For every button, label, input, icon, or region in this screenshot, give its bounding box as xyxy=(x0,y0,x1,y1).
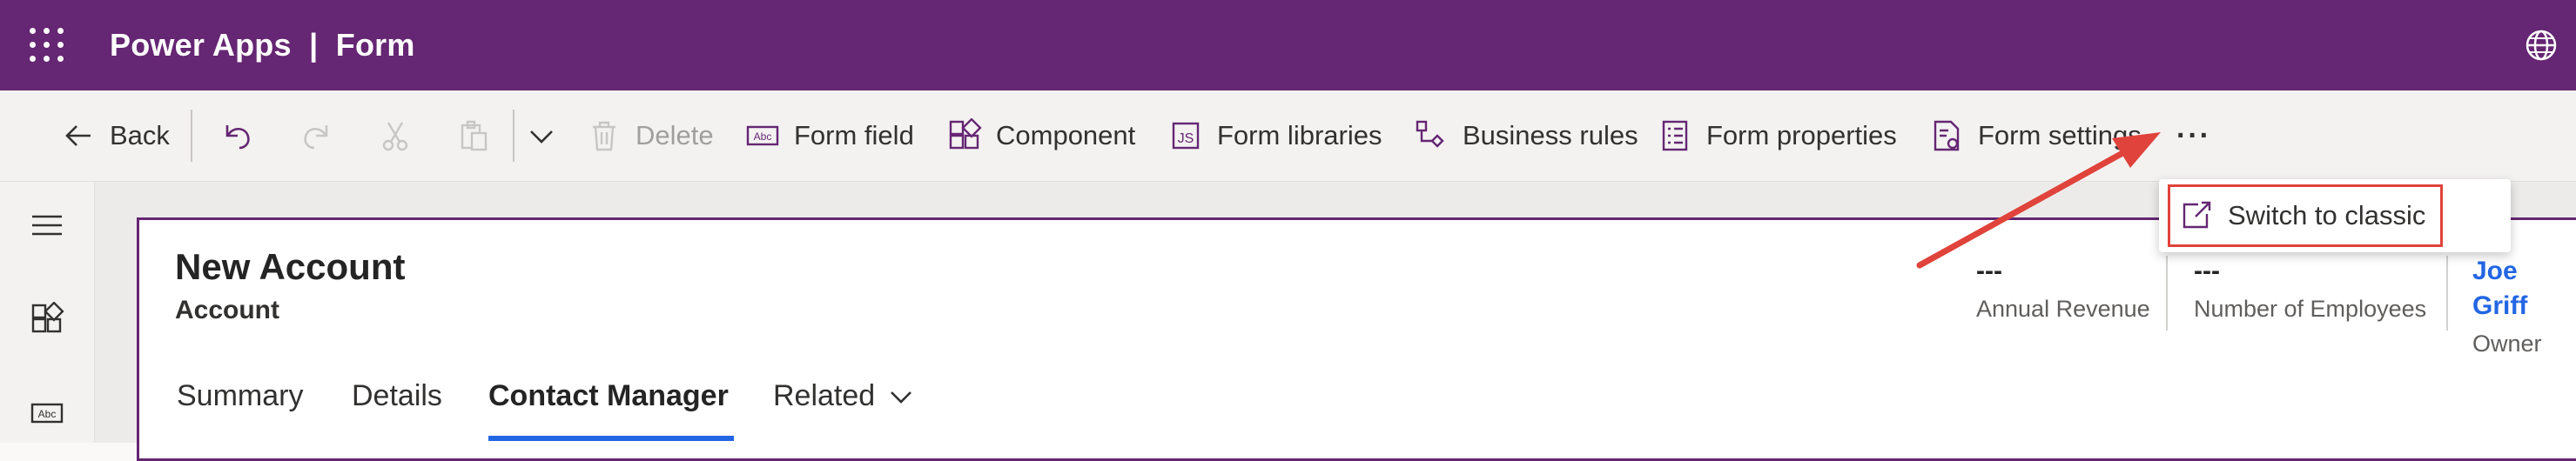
app-title: Power Apps | Form xyxy=(110,24,415,66)
svg-text:Abc: Abc xyxy=(754,130,772,143)
component-button[interactable]: Component xyxy=(947,113,1135,158)
app-name[interactable]: Power Apps xyxy=(110,27,292,63)
owner-link[interactable]: Joe Griff xyxy=(2472,254,2576,324)
tab-related-label: Related xyxy=(773,379,876,412)
title-separator: | xyxy=(309,27,319,63)
paste-icon[interactable] xyxy=(456,118,491,153)
back-arrow-icon xyxy=(65,125,91,146)
component-icon xyxy=(949,118,982,150)
header-field-label: Number of Employees xyxy=(2194,296,2427,322)
form-libraries-label: Form libraries xyxy=(1217,120,1382,150)
cut-icon[interactable] xyxy=(378,118,413,153)
business-rules-icon xyxy=(1416,120,1444,148)
header-field-annual-revenue[interactable]: --- Annual Revenue xyxy=(1976,254,2150,323)
form-libraries-icon: JS xyxy=(1172,122,1200,150)
components-icon[interactable] xyxy=(30,302,64,337)
globe-icon[interactable] xyxy=(2522,26,2560,64)
form-field-button[interactable]: Abc Form field xyxy=(745,113,914,158)
external-link-icon xyxy=(2183,201,2211,229)
left-rail: Abc xyxy=(0,182,95,443)
form-properties-button[interactable]: Form properties xyxy=(1658,113,1897,158)
redo-icon[interactable] xyxy=(299,118,334,153)
svg-text:Abc: Abc xyxy=(38,408,57,420)
form-properties-label: Form properties xyxy=(1706,120,1897,150)
delete-button[interactable]: Delete xyxy=(587,113,714,158)
business-rules-button[interactable]: Business rules xyxy=(1414,113,1638,158)
text-field-icon[interactable]: Abc xyxy=(30,396,64,431)
switch-to-classic-label: Switch to classic xyxy=(2228,200,2426,230)
form-title: New Account xyxy=(175,246,406,287)
header-field-value: --- xyxy=(2194,257,2220,285)
back-button[interactable]: Back xyxy=(61,113,170,158)
active-tab-indicator xyxy=(488,436,734,441)
header-field-label: Owner xyxy=(2472,331,2542,357)
form-entity: Account xyxy=(175,296,279,324)
divider xyxy=(2446,256,2448,331)
delete-label: Delete xyxy=(636,120,714,150)
form-field-icon: Abc xyxy=(746,125,779,146)
divider xyxy=(2166,256,2168,331)
divider xyxy=(191,110,192,162)
page-name: Form xyxy=(335,27,415,63)
command-bar: Back Delete Abc Form field Component JS … xyxy=(0,90,2576,182)
form-properties-icon xyxy=(1662,120,1688,151)
tab-summary[interactable]: Summary xyxy=(177,379,303,413)
form-field-label: Form field xyxy=(794,120,914,150)
switch-to-classic-menu-item[interactable]: Switch to classic xyxy=(2168,184,2443,247)
chevron-down-icon[interactable] xyxy=(526,120,557,151)
header-field-owner[interactable]: Joe Griff Owner xyxy=(2472,254,2576,357)
undo-icon[interactable] xyxy=(219,118,254,153)
form-libraries-button[interactable]: JS Form libraries xyxy=(1168,113,1382,158)
app-header: Power Apps | Form xyxy=(0,0,2576,90)
form-settings-button[interactable]: Form settings xyxy=(1929,113,2142,158)
more-icon[interactable]: ··· xyxy=(2176,113,2211,158)
header-field-label: Annual Revenue xyxy=(1976,296,2150,322)
back-label: Back xyxy=(110,120,170,150)
tab-details[interactable]: Details xyxy=(352,379,442,413)
component-label: Component xyxy=(996,120,1136,150)
waffle-icon[interactable] xyxy=(30,28,64,63)
header-field-value: --- xyxy=(1976,257,2002,285)
svg-text:JS: JS xyxy=(1178,131,1194,146)
chevron-down-icon xyxy=(891,391,912,404)
divider xyxy=(513,110,515,162)
tab-contact-manager[interactable]: Contact Manager xyxy=(488,379,729,413)
form-settings-icon xyxy=(1934,120,1960,151)
header-field-number-of-employees[interactable]: --- Number of Employees xyxy=(2194,254,2426,323)
tab-related[interactable]: Related xyxy=(773,379,915,413)
business-rules-label: Business rules xyxy=(1463,120,1638,150)
form-settings-label: Form settings xyxy=(1978,120,2142,150)
delete-icon xyxy=(593,121,615,151)
hamburger-icon[interactable] xyxy=(30,208,64,243)
